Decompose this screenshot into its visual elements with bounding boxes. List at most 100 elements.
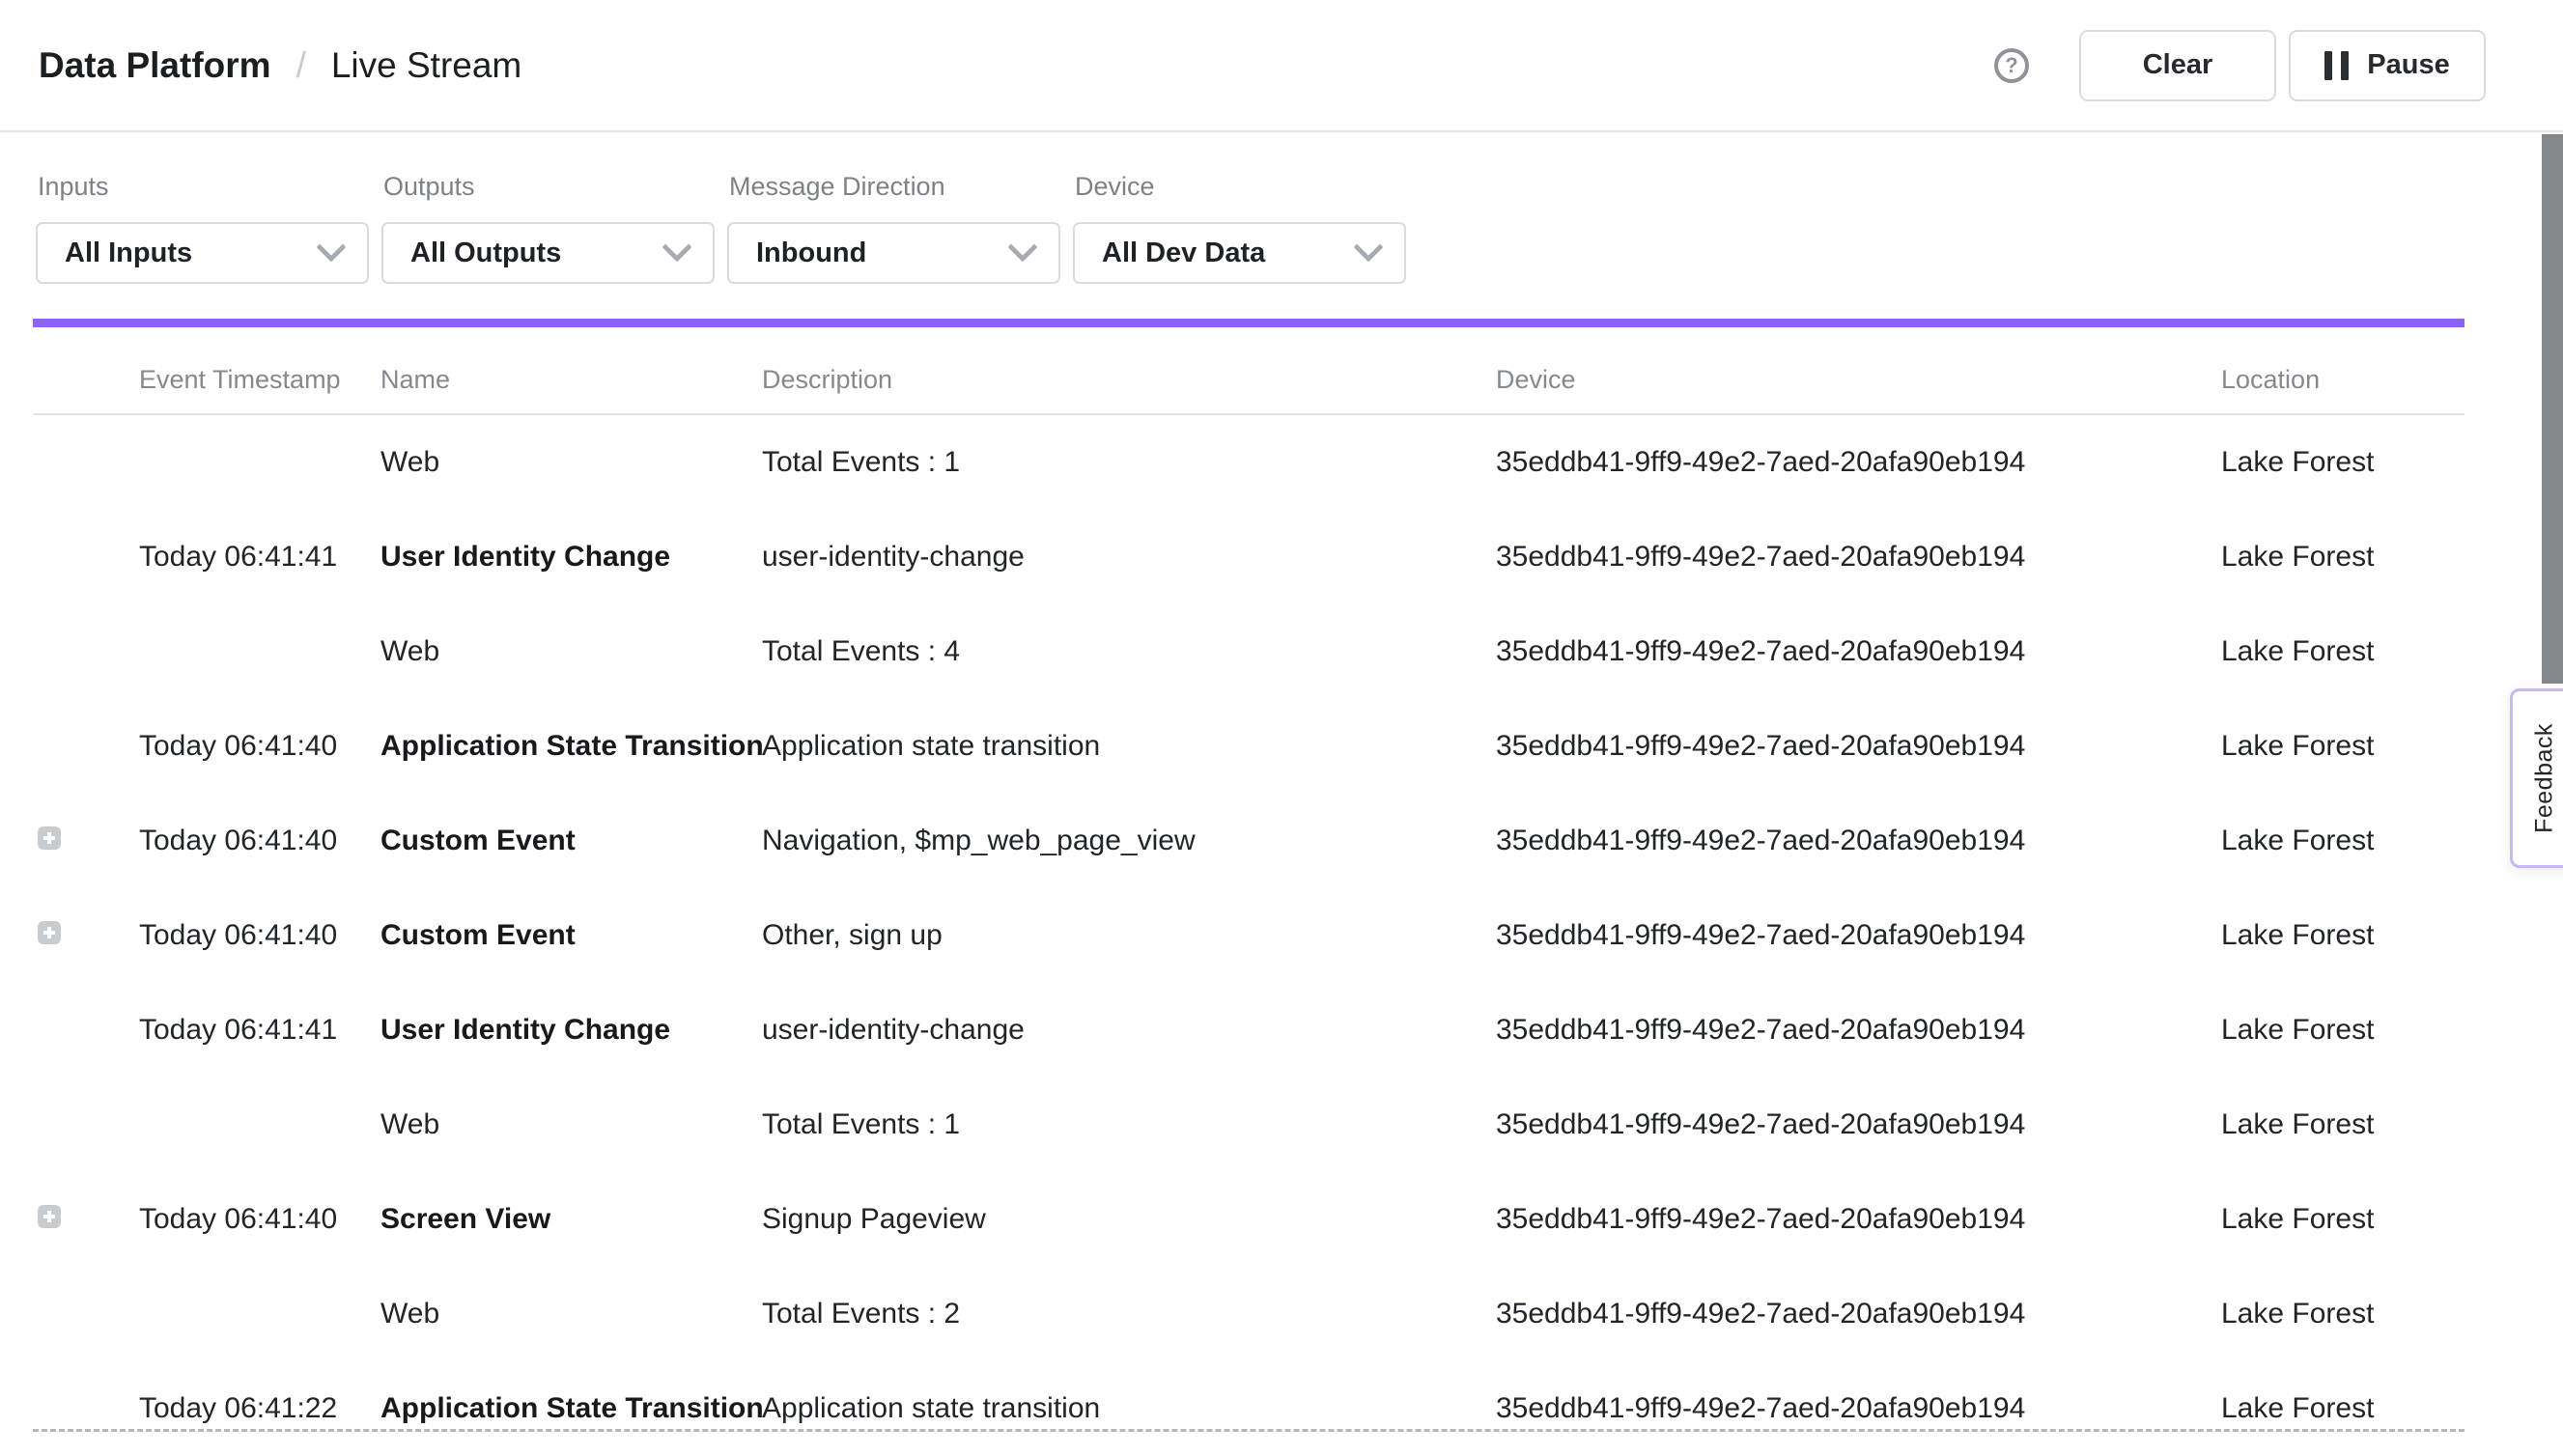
event-timestamp: Today 06:41:40 <box>139 1203 380 1236</box>
new-events-dashed-divider <box>33 1429 2464 1432</box>
feedback-tab-label: Feedback <box>2531 723 2559 833</box>
event-location: Lake Forest <box>2221 825 2464 857</box>
event-device-id: 35eddb41-9ff9-49e2-7aed-20afa90eb194 <box>1496 1014 2221 1047</box>
expand-cell <box>33 1203 139 1236</box>
column-header-event-timestamp: Event Timestamp <box>139 365 380 395</box>
clear-button[interactable]: Clear <box>2079 30 2276 101</box>
event-timestamp: Today 06:41:22 <box>139 1392 380 1425</box>
event-name: Web <box>380 1108 762 1141</box>
event-description: Navigation, $mp_web_page_view <box>762 825 1496 857</box>
event-name: Web <box>380 635 762 668</box>
filter-device-label: Device <box>1075 173 1406 201</box>
filter-outputs-select[interactable]: All Outputs <box>381 222 715 284</box>
expand-row-icon[interactable] <box>38 921 61 944</box>
column-header-device: Device <box>1496 365 2221 395</box>
expand-row-icon[interactable] <box>38 1205 61 1228</box>
event-description: Total Events : 1 <box>762 446 1496 479</box>
event-name: Web <box>380 446 762 479</box>
event-location: Lake Forest <box>2221 446 2464 479</box>
feedback-tab[interactable]: Feedback <box>2510 688 2563 868</box>
breadcrumb-separator-icon: / <box>296 45 306 86</box>
event-name: Screen View <box>380 1203 762 1236</box>
event-name: Application State Transition <box>380 730 762 763</box>
filter-message-direction-value: Inbound <box>756 238 866 269</box>
event-description: Total Events : 1 <box>762 1108 1496 1141</box>
event-location: Lake Forest <box>2221 1298 2464 1330</box>
table-header-row: Event Timestamp Name Description Device … <box>33 327 2464 415</box>
filter-inputs: Inputs All Inputs <box>36 132 369 284</box>
filter-device: Device All Dev Data <box>1073 132 1406 284</box>
event-location: Lake Forest <box>2221 1392 2464 1425</box>
filter-inputs-select[interactable]: All Inputs <box>36 222 369 284</box>
filter-outputs-label: Outputs <box>383 173 715 201</box>
help-icon[interactable]: ? <box>1994 48 2029 83</box>
event-description: Application state transition <box>762 730 1496 763</box>
event-description: Other, sign up <box>762 919 1496 952</box>
accent-divider-bar <box>33 319 2464 327</box>
event-location: Lake Forest <box>2221 1108 2464 1141</box>
table-row[interactable]: Web Total Events : 1 35eddb41-9ff9-49e2-… <box>33 415 2464 510</box>
table-row[interactable]: Today 06:41:41 User Identity Change user… <box>33 510 2464 604</box>
event-location: Lake Forest <box>2221 919 2464 952</box>
chevron-down-icon <box>1007 232 1037 262</box>
event-device-id: 35eddb41-9ff9-49e2-7aed-20afa90eb194 <box>1496 730 2221 763</box>
event-description: Application state transition <box>762 1392 1496 1425</box>
breadcrumb: Data Platform / Live Stream <box>39 0 521 130</box>
table-row[interactable]: Web Total Events : 4 35eddb41-9ff9-49e2-… <box>33 604 2464 699</box>
table-row[interactable]: Today 06:41:40 Custom Event Other, sign … <box>33 888 2464 983</box>
event-device-id: 35eddb41-9ff9-49e2-7aed-20afa90eb194 <box>1496 825 2221 857</box>
event-device-id: 35eddb41-9ff9-49e2-7aed-20afa90eb194 <box>1496 635 2221 668</box>
filter-inputs-label: Inputs <box>38 173 369 201</box>
filter-message-direction-select[interactable]: Inbound <box>727 222 1060 284</box>
table-body: Web Total Events : 1 35eddb41-9ff9-49e2-… <box>33 415 2464 1456</box>
app-header: Data Platform / Live Stream ? Clear Paus… <box>0 0 2563 132</box>
event-name: Application State Transition <box>380 1392 762 1425</box>
event-name: Custom Event <box>380 825 762 857</box>
event-description: Total Events : 2 <box>762 1298 1496 1330</box>
event-device-id: 35eddb41-9ff9-49e2-7aed-20afa90eb194 <box>1496 919 2221 952</box>
pause-button[interactable]: Pause <box>2289 30 2486 101</box>
chevron-down-icon <box>662 232 691 262</box>
event-device-id: 35eddb41-9ff9-49e2-7aed-20afa90eb194 <box>1496 541 2221 574</box>
event-name: User Identity Change <box>380 541 762 574</box>
event-timestamp: Today 06:41:40 <box>139 730 380 763</box>
table-row[interactable]: Today 06:41:41 User Identity Change user… <box>33 983 2464 1078</box>
table-row[interactable]: Web Total Events : 2 35eddb41-9ff9-49e2-… <box>33 1267 2464 1361</box>
event-device-id: 35eddb41-9ff9-49e2-7aed-20afa90eb194 <box>1496 1203 2221 1236</box>
filter-bar: Inputs All Inputs Outputs All Outputs Me… <box>36 132 1406 284</box>
table-row[interactable]: Today 06:41:40 Screen View Signup Pagevi… <box>33 1172 2464 1267</box>
event-timestamp: Today 06:41:41 <box>139 541 380 574</box>
event-location: Lake Forest <box>2221 730 2464 763</box>
table-row[interactable]: Web Total Events : 1 35eddb41-9ff9-49e2-… <box>33 1078 2464 1172</box>
event-name: Custom Event <box>380 919 762 952</box>
vertical-scrollbar-thumb[interactable] <box>2542 134 2563 684</box>
event-device-id: 35eddb41-9ff9-49e2-7aed-20afa90eb194 <box>1496 1298 2221 1330</box>
event-description: user-identity-change <box>762 541 1496 574</box>
table-row[interactable]: Today 06:41:22 Application State Transit… <box>33 1361 2464 1456</box>
filter-device-select[interactable]: All Dev Data <box>1073 222 1406 284</box>
column-header-description: Description <box>762 365 1496 395</box>
table-row[interactable]: Today 06:41:40 Custom Event Navigation, … <box>33 794 2464 888</box>
event-device-id: 35eddb41-9ff9-49e2-7aed-20afa90eb194 <box>1496 446 2221 479</box>
event-description: user-identity-change <box>762 1014 1496 1047</box>
filter-device-value: All Dev Data <box>1102 238 1265 269</box>
event-timestamp: Today 06:41:41 <box>139 1014 380 1047</box>
table-row[interactable]: Today 06:41:40 Application State Transit… <box>33 699 2464 794</box>
breadcrumb-section[interactable]: Data Platform <box>39 45 271 86</box>
chevron-down-icon <box>316 232 346 262</box>
event-timestamp: Today 06:41:40 <box>139 919 380 952</box>
expand-cell <box>33 825 139 857</box>
event-name: Web <box>380 1298 762 1330</box>
filter-inputs-value: All Inputs <box>65 238 192 269</box>
expand-cell <box>33 919 139 952</box>
column-header-name: Name <box>380 365 762 395</box>
live-stream-table: Event Timestamp Name Description Device … <box>33 327 2464 1456</box>
expand-row-icon[interactable] <box>38 826 61 850</box>
event-description: Total Events : 4 <box>762 635 1496 668</box>
event-location: Lake Forest <box>2221 1203 2464 1236</box>
event-location: Lake Forest <box>2221 1014 2464 1047</box>
event-location: Lake Forest <box>2221 635 2464 668</box>
event-device-id: 35eddb41-9ff9-49e2-7aed-20afa90eb194 <box>1496 1108 2221 1141</box>
filter-outputs-value: All Outputs <box>410 238 561 269</box>
event-timestamp: Today 06:41:40 <box>139 825 380 857</box>
